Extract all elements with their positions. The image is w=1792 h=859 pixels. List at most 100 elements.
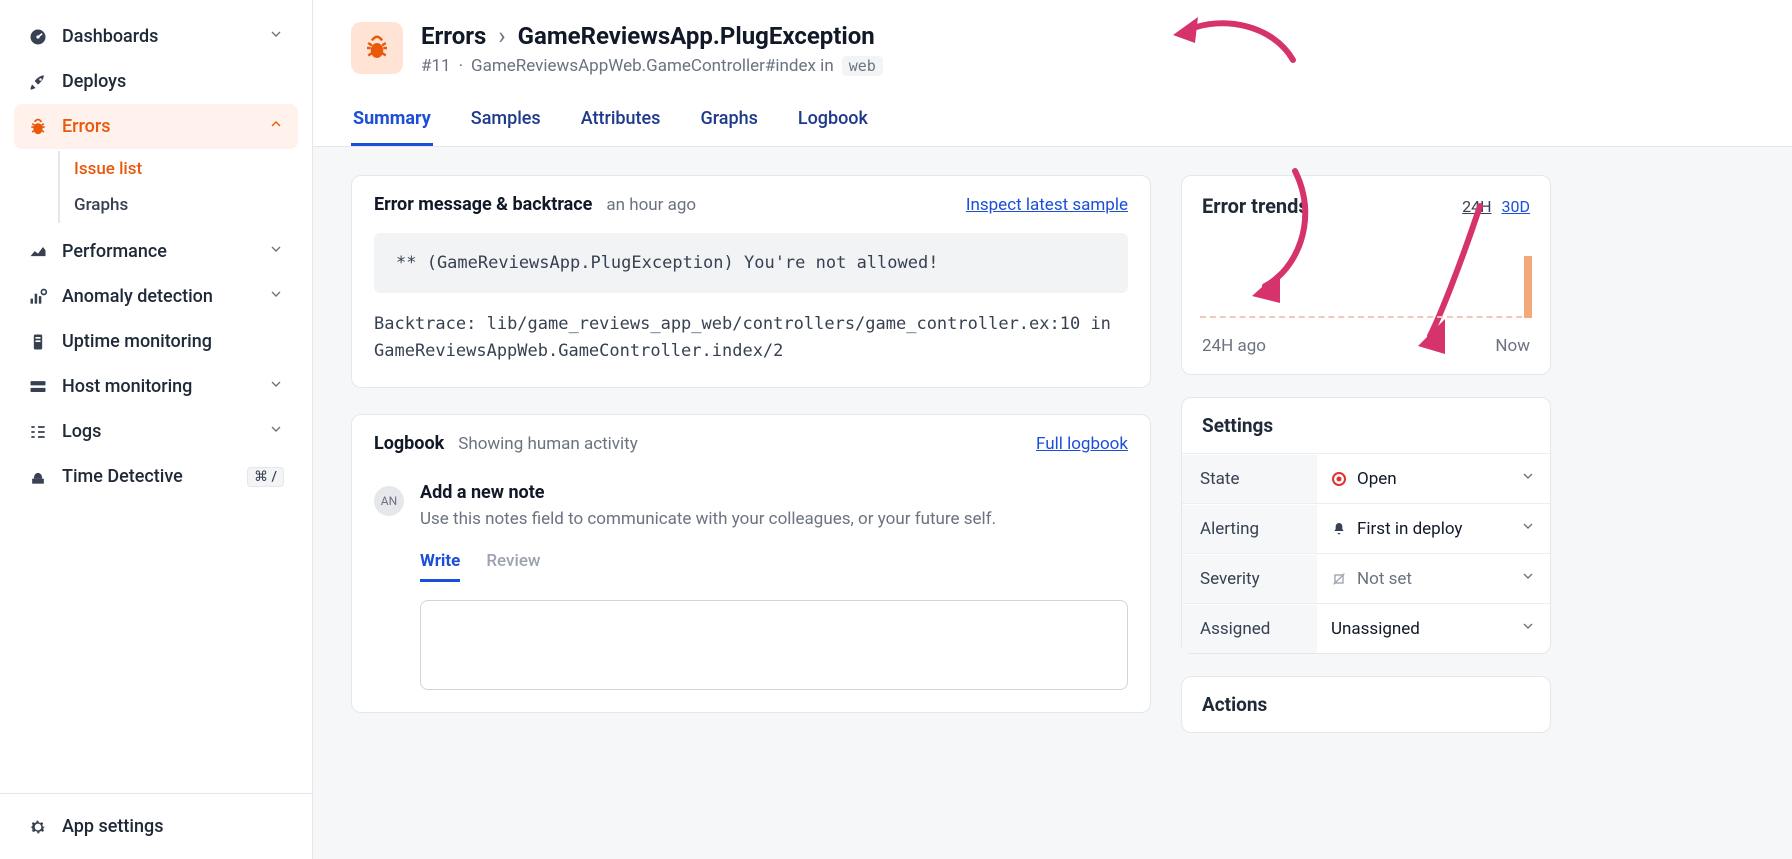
sidebar-item-label: Errors [62, 116, 111, 137]
setting-severity[interactable]: Severity Not set [1182, 553, 1550, 603]
sidebar-item-errors[interactable]: Errors [14, 104, 298, 149]
sidebar-item-anomaly[interactable]: Anomaly detection [14, 274, 298, 319]
inspect-sample-link[interactable]: Inspect latest sample [966, 195, 1128, 215]
chevron-down-icon [1520, 618, 1536, 639]
uptime-icon [28, 332, 48, 352]
breadcrumb: Errors › GameReviewsApp.PlugException [421, 22, 883, 50]
chevron-down-icon [268, 241, 284, 262]
keyboard-shortcut: ⌘ / [247, 467, 284, 487]
breadcrumb-root[interactable]: Errors [421, 22, 486, 50]
setting-alerting[interactable]: Alerting First in deploy [1182, 503, 1550, 553]
chevron-right-icon: › [498, 22, 505, 50]
performance-icon [28, 242, 48, 262]
sidebar-subitem-issue-list[interactable]: Issue list [58, 151, 298, 187]
note-tab-write[interactable]: Write [420, 551, 460, 582]
tabs: Summary Samples Attributes Graphs Logboo… [313, 86, 1792, 147]
env-badge: web [842, 56, 883, 76]
bug-icon [28, 117, 48, 137]
server-icon [28, 377, 48, 397]
logbook-card: Logbook Showing human activity Full logb… [351, 414, 1151, 713]
sidebar: Dashboards Deploys Errors Issue list Gra… [0, 0, 313, 859]
chart-bar [1524, 256, 1532, 318]
note-tabs: Write Review [420, 551, 1128, 582]
page-subtitle: #11 · GameReviewsAppWeb.GameController#i… [421, 56, 883, 76]
sidebar-item-host[interactable]: Host monitoring [14, 364, 298, 409]
backtrace: Backtrace: lib/game_reviews_app_web/cont… [352, 311, 1150, 387]
add-note-desc: Use this notes field to communicate with… [420, 509, 1128, 529]
card-title: Actions [1182, 677, 1550, 732]
range-24h[interactable]: 24H [1462, 197, 1491, 216]
card-title: Error message & backtrace [374, 194, 592, 215]
logs-icon [28, 422, 48, 442]
controller-location: GameReviewsAppWeb.GameController#index i… [471, 56, 834, 76]
setting-state[interactable]: State Open [1182, 453, 1550, 503]
rocket-icon [28, 72, 48, 92]
tab-samples[interactable]: Samples [469, 98, 543, 146]
issue-id: #11 [421, 56, 451, 76]
chevron-down-icon [1520, 518, 1536, 539]
tab-graphs[interactable]: Graphs [698, 98, 759, 146]
bell-icon [1331, 521, 1347, 537]
avatar: AN [374, 486, 404, 516]
note-tab-review[interactable]: Review [486, 551, 540, 582]
tab-summary[interactable]: Summary [351, 98, 433, 146]
errors-sublist: Issue list Graphs [14, 151, 298, 223]
bug-icon [351, 22, 403, 74]
sidebar-item-app-settings[interactable]: App settings [14, 804, 298, 849]
chevron-down-icon [268, 421, 284, 442]
sidebar-bottom: App settings [0, 793, 312, 859]
sidebar-item-label: Uptime monitoring [62, 331, 212, 352]
sidebar-item-label: Dashboards [62, 26, 158, 47]
sidebar-item-label: Logs [62, 421, 101, 442]
logbook-subtitle: Showing human activity [458, 434, 638, 454]
chevron-down-icon [268, 26, 284, 47]
actions-card: Actions [1181, 676, 1551, 733]
content: Error message & backtrace an hour ago In… [313, 147, 1792, 859]
add-note-title: Add a new note [420, 482, 1128, 503]
open-status-icon [1331, 471, 1347, 487]
error-trends-card: Error trends 24H 30D 24H ago Now [1181, 175, 1551, 375]
page-header: Errors › GameReviewsApp.PlugException #1… [313, 0, 1792, 86]
sidebar-item-performance[interactable]: Performance [14, 229, 298, 274]
gauge-icon [28, 27, 48, 47]
note-textarea[interactable] [420, 600, 1128, 690]
axis-left: 24H ago [1202, 336, 1266, 356]
sidebar-subitem-graphs[interactable]: Graphs [58, 187, 298, 223]
sidebar-item-label: App settings [62, 816, 163, 837]
range-toggle: 24H 30D [1462, 197, 1530, 216]
settings-card: Settings State Open Alerting [1181, 397, 1551, 654]
not-set-icon [1331, 571, 1347, 587]
breadcrumb-current: GameReviewsApp.PlugException [518, 22, 875, 50]
chart-axis: 24H ago Now [1182, 332, 1550, 374]
annotation-arrow [1163, 5, 1303, 79]
sidebar-item-logs[interactable]: Logs [14, 409, 298, 454]
setting-assigned[interactable]: Assigned Unassigned [1182, 603, 1550, 653]
chart-baseline [1200, 316, 1532, 318]
sidebar-item-label: Performance [62, 241, 167, 262]
card-title: Logbook [374, 433, 444, 454]
sidebar-item-label: Time Detective [62, 466, 183, 487]
timestamp: an hour ago [606, 195, 696, 215]
sidebar-item-deploys[interactable]: Deploys [14, 59, 298, 104]
anomaly-icon [28, 287, 48, 307]
error-message-box: ** (GameReviewsApp.PlugException) You're… [374, 233, 1128, 293]
full-logbook-link[interactable]: Full logbook [1036, 434, 1128, 454]
axis-right: Now [1495, 336, 1530, 356]
chevron-down-icon [268, 286, 284, 307]
sidebar-item-label: Host monitoring [62, 376, 192, 397]
sidebar-item-uptime[interactable]: Uptime monitoring [14, 319, 298, 364]
range-30d[interactable]: 30D [1502, 197, 1530, 216]
tab-attributes[interactable]: Attributes [579, 98, 663, 146]
sidebar-item-label: Deploys [62, 71, 126, 92]
detective-icon [28, 467, 48, 487]
chevron-down-icon [268, 376, 284, 397]
tab-logbook[interactable]: Logbook [796, 98, 870, 146]
sidebar-item-label: Anomaly detection [62, 286, 213, 307]
chevron-up-icon [268, 116, 284, 137]
card-title: Error trends [1202, 194, 1309, 218]
sidebar-item-dashboards[interactable]: Dashboards [14, 14, 298, 59]
main-column: Error message & backtrace an hour ago In… [351, 175, 1151, 859]
sidebar-item-time-detective[interactable]: Time Detective ⌘ / [14, 454, 298, 499]
error-message-card: Error message & backtrace an hour ago In… [351, 175, 1151, 388]
chevron-down-icon [1520, 568, 1536, 589]
